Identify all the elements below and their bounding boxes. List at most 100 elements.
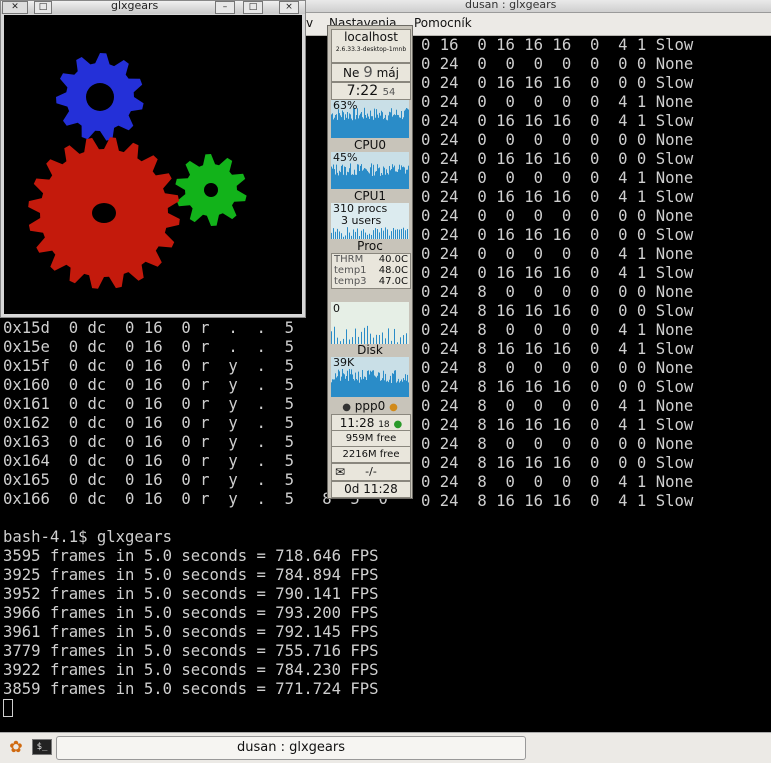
swap-panel: 2216M free <box>331 446 411 463</box>
sensor-list: THRM 40.0C temp1 48.0C temp3 47.0C <box>332 254 410 287</box>
fps-line: 3952 frames in 5.0 seconds = 790.141 FPS <box>3 585 379 603</box>
table-row: 0x15e 0 dc 0 16 0 r . . 5 <box>3 338 295 356</box>
terminal-cursor-line <box>3 699 13 718</box>
table-row: 0x161 0 dc 0 16 0 r y . 5 <box>3 395 295 413</box>
gkrellm-monitor[interactable]: localhost 2.6.33.3-desktop-1mnb Ne 9 máj… <box>327 25 413 499</box>
maximize-button[interactable]: □ <box>243 1 263 14</box>
glxgears-titlebar[interactable]: ✕ □ glxgears – □ × <box>1 0 305 14</box>
table-row: 0x15f 0 dc 0 16 0 r y . 5 <box>3 357 295 375</box>
table-row: 0x165 0 dc 0 16 0 r y . 5 <box>3 471 295 489</box>
sensor-name: temp1 <box>334 265 367 276</box>
sensor-name: temp3 <box>334 276 367 287</box>
disk-value: 39K <box>333 357 355 369</box>
cpu0-percent: 45% <box>333 152 358 164</box>
table-row: 0 24 8 16 16 16 0 0 0 Slow <box>421 378 694 396</box>
host-panel: localhost 2.6.33.3-desktop-1mnb <box>331 29 411 63</box>
sticky-icon[interactable]: □ <box>34 1 52 14</box>
clock-seconds: 54 <box>382 87 396 98</box>
uptime-panel: 0d 11:28 <box>331 481 411 498</box>
table-row: 0 24 0 16 16 16 0 0 0 Slow <box>421 226 694 244</box>
fps-line: 3961 frames in 5.0 seconds = 792.145 FPS <box>3 623 379 641</box>
table-row: 0 24 0 0 0 0 0 4 1 None <box>421 93 694 111</box>
table-row: 0 24 0 16 16 16 0 0 0 Slow <box>421 150 694 168</box>
date-panel: Ne 9 máj <box>331 63 411 82</box>
clock-time: 7:22 <box>346 83 379 99</box>
net-interface: ppp0 <box>354 399 386 413</box>
table-row: 0 24 0 0 0 0 0 0 0 None <box>421 55 694 73</box>
minimize-button[interactable]: – <box>215 1 235 14</box>
close-button[interactable]: × <box>279 1 299 14</box>
table-row: 0 24 0 0 0 0 0 4 1 None <box>421 245 694 263</box>
table-row: 0 24 0 0 0 0 0 4 1 None <box>421 169 694 187</box>
table-row: 0 24 8 0 0 0 0 0 0 None <box>421 435 694 453</box>
table-row: 0x162 0 dc 0 16 0 r y . 5 <box>3 414 295 432</box>
table-row: 0 24 8 16 16 16 0 0 0 Slow <box>421 302 694 320</box>
net-count: 18 <box>378 420 390 430</box>
table-row: 0 24 8 16 16 16 0 0 0 Slow <box>421 454 694 472</box>
start-menu-icon[interactable]: ✿ <box>6 737 26 757</box>
glxgears-window[interactable]: ✕ □ glxgears – □ × <box>0 0 306 318</box>
proc-label: Proc <box>357 239 383 253</box>
table-row: 0 24 8 16 16 16 0 4 1 Slow <box>421 492 694 510</box>
red-gear <box>28 137 180 289</box>
table-row: 0 24 8 0 0 0 0 0 0 None <box>421 359 694 377</box>
cpu0-label: CPU0 <box>353 138 387 152</box>
table-row: 0 24 8 0 0 0 0 4 1 None <box>421 397 694 415</box>
cpu0-chart: 45% <box>331 152 409 189</box>
table-row: 0x164 0 dc 0 16 0 r y . 5 <box>3 452 295 470</box>
table-row: 0 24 0 0 0 0 0 0 0 None <box>421 131 694 149</box>
glxgears-title: glxgears <box>111 0 159 12</box>
table-row: 0 24 8 16 16 16 0 4 1 Slow <box>421 340 694 358</box>
table-row: 0 24 8 0 0 0 0 0 0 None <box>421 283 694 301</box>
taskbar: ✿ $_ dusan : glxgears <box>0 732 771 763</box>
net-chart: 39K <box>331 357 409 397</box>
glxgears-canvas <box>4 15 302 314</box>
menu-help[interactable]: Pomocník <box>414 16 472 30</box>
window-menu-icon[interactable]: ✕ <box>2 1 28 14</box>
fps-line: 3779 frames in 5.0 seconds = 755.716 FPS <box>3 642 379 660</box>
table-row: 0 24 0 16 16 16 0 4 1 Slow <box>421 264 694 282</box>
menu-view[interactable]: v <box>306 16 313 30</box>
taskbar-item-glxgears[interactable]: dusan : glxgears <box>56 736 526 760</box>
fps-line: 3859 frames in 5.0 seconds = 771.724 FPS <box>3 680 379 698</box>
blue-gear <box>56 53 144 141</box>
mail-panel[interactable]: ✉ -/- <box>331 463 411 481</box>
table-row: 0x160 0 dc 0 16 0 r y . 5 <box>3 376 295 394</box>
terminal-launcher-icon[interactable]: $_ <box>32 739 52 755</box>
sensor-value: 47.0C <box>378 276 408 287</box>
table-row: 0x15d 0 dc 0 16 0 r . . 5 <box>3 319 295 337</box>
disk-chart: 0 <box>331 302 409 344</box>
shell-prompt: bash-4.1$ glxgears <box>3 528 172 546</box>
mem-free: 959M free <box>345 433 397 444</box>
fps-line: 3922 frames in 5.0 seconds = 784.230 FPS <box>3 661 379 679</box>
cpu1-label: CPU1 <box>353 189 387 203</box>
disk-top-value: 0 <box>333 302 340 315</box>
terminal-title: dusan : glxgears <box>465 0 557 11</box>
net-panel: ● ppp0 ● <box>331 398 409 414</box>
net-led-icon: ● <box>342 402 351 413</box>
table-row: 0 24 0 0 0 0 0 0 0 None <box>421 207 694 225</box>
net-rx-led-icon: ● <box>389 402 398 413</box>
table-row: 0 24 8 0 0 0 0 4 1 None <box>421 321 694 339</box>
table-row: 0 24 0 16 16 16 0 4 1 Slow <box>421 112 694 130</box>
terminal-cursor <box>3 699 13 717</box>
sensor-row: temp3 47.0C <box>332 276 410 287</box>
users-count: 3 users <box>341 214 382 227</box>
net-time: 11:28 <box>339 416 375 430</box>
day-number: 9 <box>363 63 373 81</box>
table-row: 0 24 8 0 0 0 0 4 1 None <box>421 473 694 491</box>
disk-label: Disk <box>357 343 383 357</box>
swap-free: 2216M free <box>342 449 400 460</box>
mail-count: -/- <box>365 465 377 478</box>
fps-line: 3595 frames in 5.0 seconds = 718.646 FPS <box>3 547 379 565</box>
cpu-percent: 63% <box>333 100 358 112</box>
table-row: 0 24 0 16 16 16 0 4 1 Slow <box>421 188 694 206</box>
proc-chart: 310 procs 3 users <box>331 203 409 239</box>
sensor-row: THRM 40.0C <box>332 254 410 265</box>
mail-icon: ✉ <box>335 465 346 479</box>
disk-activity-graph <box>331 325 407 344</box>
day-name: Ne <box>343 66 360 80</box>
hostname: localhost <box>344 30 398 44</box>
fps-line: 3925 frames in 5.0 seconds = 784.894 FPS <box>3 566 379 584</box>
sensor-value: 40.0C <box>378 254 408 265</box>
